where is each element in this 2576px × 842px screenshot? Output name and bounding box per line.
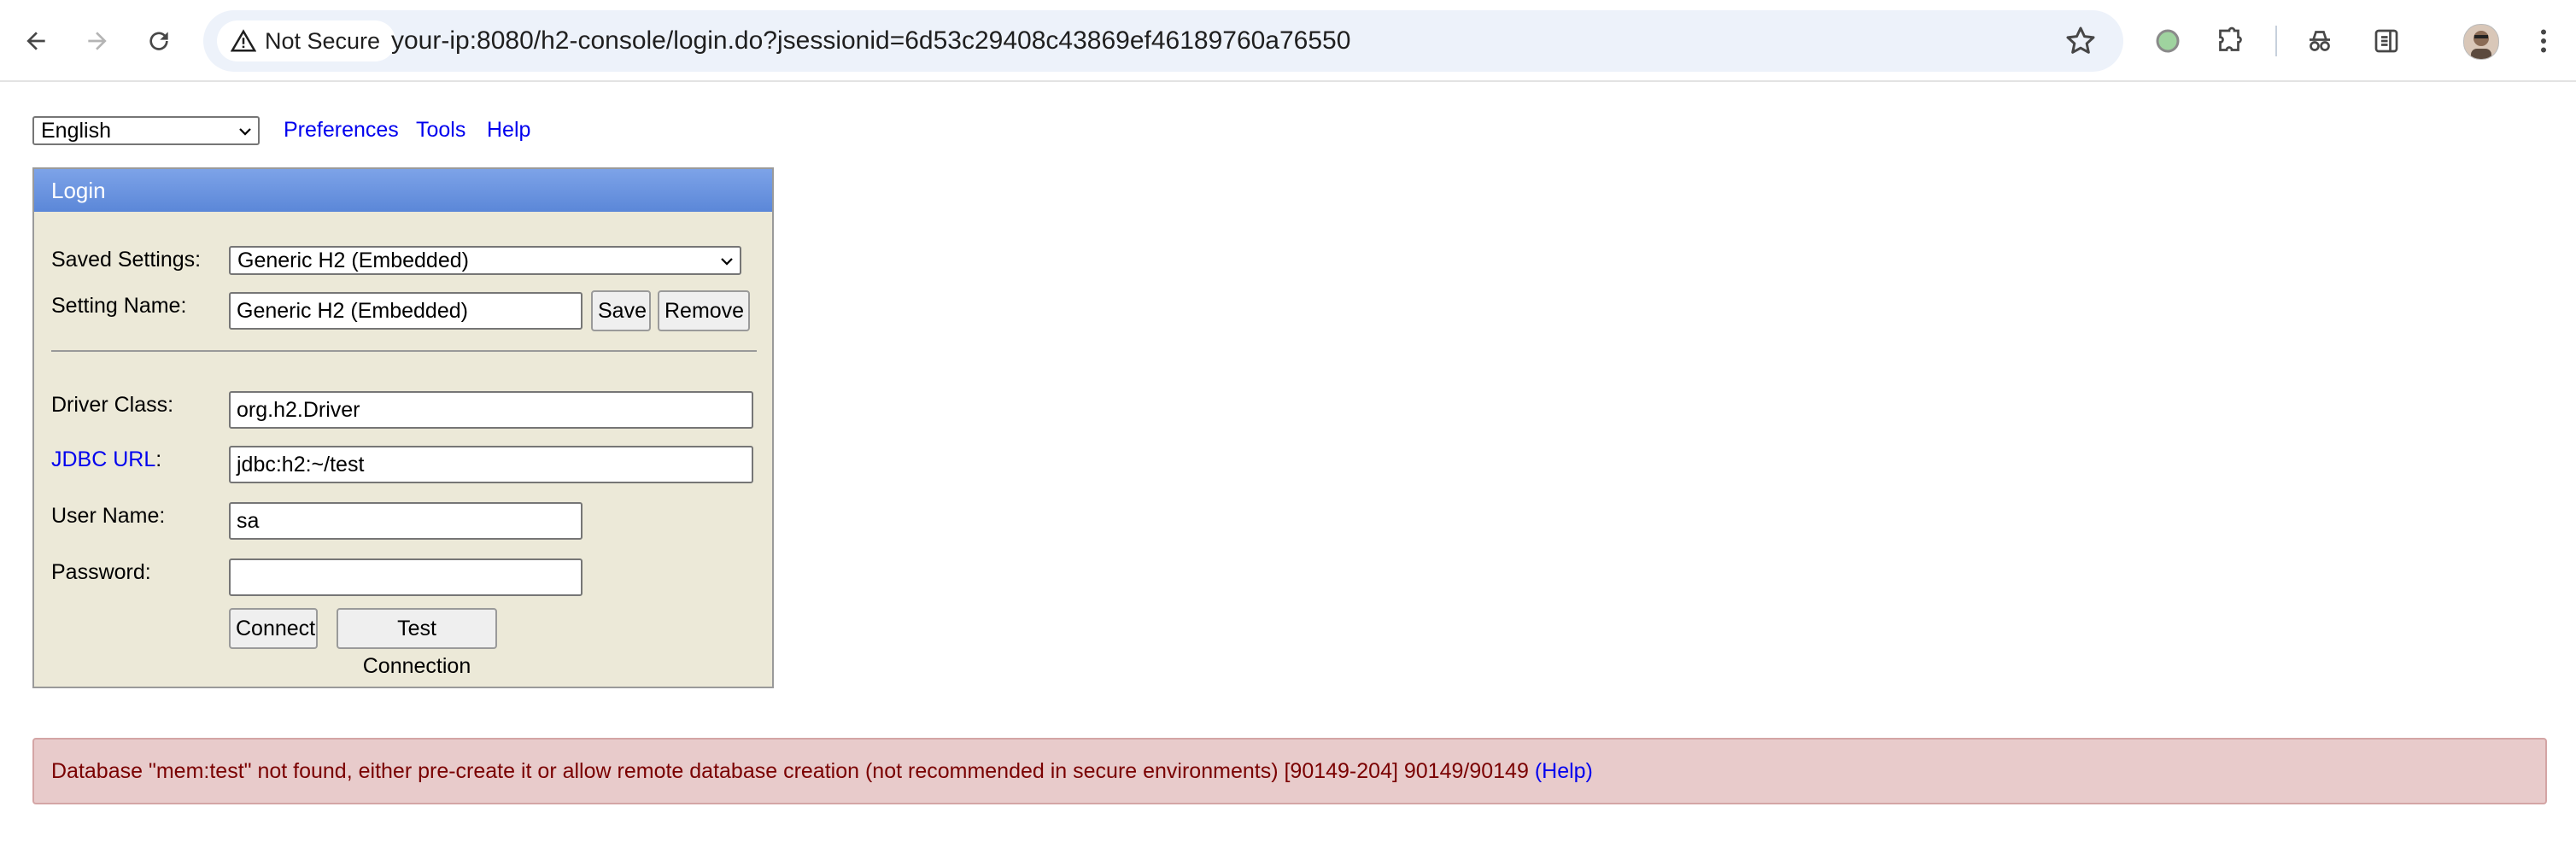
reload-button[interactable] (137, 19, 181, 63)
browser-toolbar: Not Secure your-ip:8080/h2-console/login… (0, 0, 2576, 82)
incognito-icon (2310, 31, 2330, 51)
user-name-label: User Name: (51, 504, 166, 528)
incognito-button[interactable] (2298, 19, 2342, 63)
extensions-button[interactable] (2207, 19, 2251, 63)
h2-console-page: English Preferences Tools Help Login Sav… (0, 82, 2576, 842)
driver-class-field[interactable]: org.h2.Driver (229, 391, 753, 429)
reload-icon (149, 32, 168, 50)
back-button[interactable] (14, 19, 58, 63)
forward-button[interactable] (75, 19, 120, 63)
chevron-down-icon (721, 258, 733, 266)
settings-divider (51, 350, 757, 352)
side-panel-button[interactable] (2364, 19, 2409, 63)
save-button[interactable]: Save (591, 290, 651, 331)
arrow-left-icon (26, 32, 45, 50)
circle-icon (2156, 29, 2180, 53)
address-bar[interactable]: Not Secure your-ip:8080/h2-console/login… (203, 10, 2123, 72)
warning-icon (231, 29, 256, 52)
puzzle-icon (2219, 26, 2242, 51)
test-connection-button[interactable]: Test Connection (337, 608, 497, 678)
connect-button[interactable]: Connect (229, 608, 318, 649)
login-panel: Login Saved Settings: Generic H2 (Embedd… (32, 167, 774, 688)
error-message-box: Database "mem:test" not found, either pr… (32, 738, 2547, 804)
saved-settings-label: Saved Settings: (51, 248, 202, 272)
preferences-link[interactable]: Preferences (284, 118, 399, 143)
jdbc-url-colon: : (155, 447, 162, 471)
saved-settings-value: Generic H2 (Embedded) (237, 249, 469, 272)
side-panel-icon (2374, 29, 2398, 53)
jdbc-url-help-link[interactable]: JDBC URL (51, 447, 155, 471)
tools-link[interactable]: Tools (416, 118, 465, 143)
security-label: Not Secure (265, 27, 381, 54)
arrow-right-icon (88, 32, 107, 50)
error-message: Database "mem:test" not found, either pr… (51, 759, 1529, 783)
chevron-down-icon (239, 128, 251, 136)
toolbar-separator (2275, 26, 2277, 56)
url-text[interactable]: your-ip:8080/h2-console/login.do?jsessio… (391, 10, 1350, 72)
star-icon[interactable] (2064, 24, 2098, 58)
login-title: Login (34, 169, 772, 212)
avatar-icon (2471, 31, 2491, 59)
password-field[interactable] (229, 558, 583, 596)
extension-status-icon[interactable] (2146, 19, 2190, 63)
jdbc-url-label: JDBC URL: (51, 447, 161, 472)
saved-settings-select[interactable]: Generic H2 (Embedded) (229, 246, 741, 275)
error-help-link[interactable]: (Help) (1535, 759, 1593, 783)
security-chip[interactable]: Not Secure (217, 20, 396, 61)
password-label: Password: (51, 560, 151, 584)
driver-class-label: Driver Class: (51, 393, 174, 417)
jdbc-url-field[interactable]: jdbc:h2:~/test (229, 446, 753, 483)
language-select[interactable]: English (32, 116, 260, 145)
language-value: English (41, 119, 111, 143)
help-link[interactable]: Help (487, 118, 530, 143)
remove-button[interactable]: Remove (658, 290, 750, 331)
kebab-icon (2541, 29, 2546, 53)
menu-button[interactable] (2521, 19, 2566, 63)
setting-name-field[interactable]: Generic H2 (Embedded) (229, 292, 583, 330)
setting-name-label: Setting Name: (51, 294, 187, 318)
user-name-field[interactable]: sa (229, 502, 583, 540)
profile-avatar[interactable] (2463, 24, 2499, 60)
